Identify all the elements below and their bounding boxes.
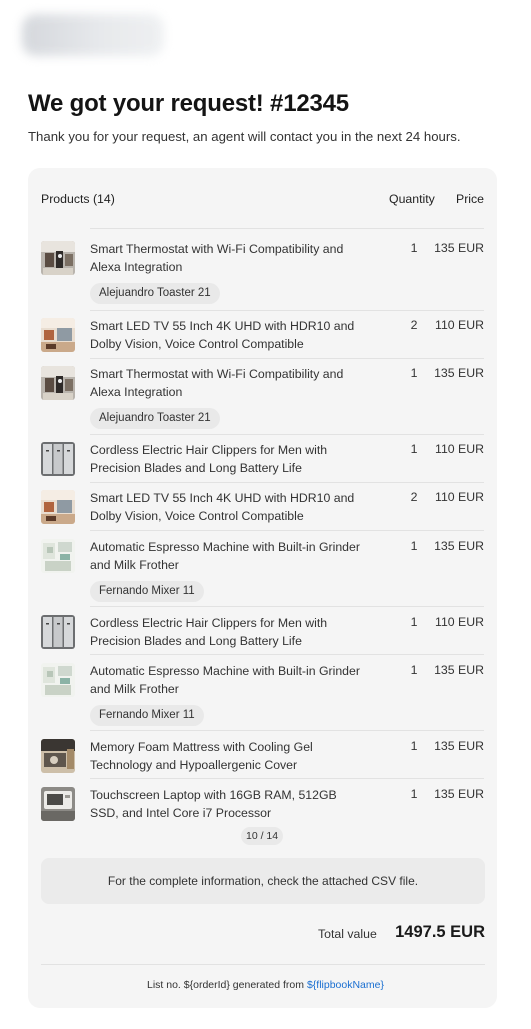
footer: List no. ${orderId} generated from ${fli… (0, 979, 531, 991)
product-name: Smart Thermostat with Wi-Fi Compatibilit… (90, 242, 344, 274)
row-divider (90, 358, 484, 359)
product-name: Memory Foam Mattress with Cooling Gel Te… (90, 740, 313, 772)
product-quantity: 2 (410, 490, 418, 504)
product-price: 135 EUR (434, 663, 484, 677)
product-quantity: 1 (410, 663, 418, 677)
product-price: 135 EUR (434, 366, 484, 380)
product-price: 110 EUR (435, 615, 484, 629)
product-price: 135 EUR (434, 539, 484, 553)
product-price: 110 EUR (435, 442, 484, 456)
product-price: 110 EUR (435, 318, 484, 332)
row-divider (90, 730, 484, 731)
pagination-indicator: 10 / 14 (241, 827, 284, 845)
quantity-column-header: Quantity (389, 192, 435, 206)
product-name: Automatic Espresso Machine with Built-in… (90, 540, 360, 572)
product-price: 135 EUR (434, 787, 484, 801)
product-quantity: 2 (410, 318, 418, 332)
row-divider (90, 228, 484, 229)
row-divider (90, 606, 484, 607)
footer-divider (41, 964, 485, 965)
products-column-header: Products (14) (41, 192, 115, 206)
product-quantity: 1 (410, 241, 418, 255)
product-quantity: 1 (410, 787, 418, 801)
total-value: 1497.5 EUR (395, 923, 485, 941)
brand-logo (22, 14, 164, 56)
product-quantity: 1 (410, 442, 418, 456)
page-title: We got your request! #12345 (28, 90, 349, 117)
row-divider (90, 654, 484, 655)
row-divider (90, 482, 484, 483)
product-name: Automatic Espresso Machine with Built-in… (90, 664, 360, 696)
product-name: Cordless Electric Hair Clippers for Men … (90, 616, 328, 648)
flipbook-link[interactable]: ${flipbookName} (307, 979, 384, 991)
product-name: Smart LED TV 55 Inch 4K UHD with HDR10 a… (90, 491, 355, 523)
product-name: Touchscreen Laptop with 16GB RAM, 512GB … (90, 788, 337, 820)
room-product-thumbnail (41, 318, 75, 352)
kitchen-product-thumbnail (41, 366, 75, 400)
cabinet-product-thumbnail (41, 615, 75, 649)
cabinet-product-thumbnail (41, 442, 75, 476)
product-variant-tag: Alejuandro Toaster 21 (90, 408, 220, 429)
row-divider (90, 310, 484, 311)
product-variant-tag: Fernando Mixer 11 (90, 581, 204, 602)
price-column-header: Price (456, 192, 485, 206)
csv-notice: For the complete information, check the … (41, 858, 485, 904)
product-price: 135 EUR (434, 241, 484, 255)
product-quantity: 1 (410, 739, 418, 753)
machine-product-thumbnail (41, 739, 75, 773)
product-variant-tag: Alejuandro Toaster 21 (90, 283, 220, 304)
product-name: Smart LED TV 55 Inch 4K UHD with HDR10 a… (90, 319, 355, 351)
footer-text: List no. ${orderId} generated from (147, 979, 307, 991)
product-price: 110 EUR (435, 490, 484, 504)
product-quantity: 1 (410, 366, 418, 380)
product-quantity: 1 (410, 539, 418, 553)
row-divider (90, 530, 484, 531)
page-subtitle: Thank you for your request, an agent wil… (28, 129, 461, 144)
product-name: Smart Thermostat with Wi-Fi Compatibilit… (90, 367, 344, 399)
appliance-product-thumbnail (41, 787, 75, 821)
product-quantity: 1 (410, 615, 418, 629)
kitchen-product-thumbnail (41, 241, 75, 275)
row-divider (90, 434, 484, 435)
total-label: Total value (318, 927, 377, 941)
product-variant-tag: Fernando Mixer 11 (90, 705, 204, 726)
bright-kitchen-product-thumbnail (41, 663, 75, 697)
row-divider (90, 778, 484, 779)
product-price: 135 EUR (434, 739, 484, 753)
room-product-thumbnail (41, 490, 75, 524)
product-name: Cordless Electric Hair Clippers for Men … (90, 443, 328, 475)
bright-kitchen-product-thumbnail (41, 539, 75, 573)
